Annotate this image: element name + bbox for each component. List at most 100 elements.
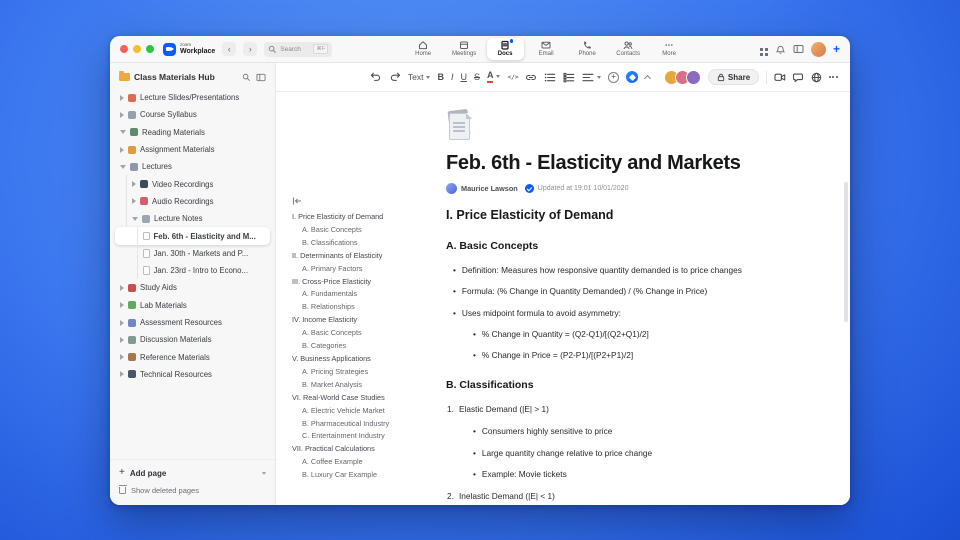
checklist-icon[interactable] [563, 72, 575, 83]
chevron-icon[interactable] [132, 181, 136, 188]
section-heading[interactable]: I. Price Elasticity of Demand [446, 208, 790, 222]
sidebar-page-item[interactable]: Assignment Materials [115, 141, 270, 158]
outline-item[interactable]: B. Relationships [292, 301, 442, 314]
outline-item[interactable]: B. Market Analysis [292, 379, 442, 392]
sidebar-page-item[interactable]: Jan. 30th - Markets and P... [115, 244, 270, 263]
document-block[interactable]: Uses midpoint formula to avoid asymmetry… [446, 308, 790, 319]
sidebar-page-item[interactable]: Assessment Resources [115, 314, 270, 331]
global-search-input[interactable]: Search ⌘F [264, 41, 333, 57]
chevron-icon[interactable] [120, 284, 124, 291]
globe-language-icon[interactable] [811, 72, 822, 83]
sidebar-page-item[interactable]: Audio Recordings [115, 192, 270, 211]
sidebar-page-item[interactable]: Lectures [115, 158, 270, 175]
document-block[interactable]: Formula: (% Change in Quantity Demanded)… [446, 286, 790, 297]
tab-more[interactable]: More [651, 38, 688, 59]
outline-item[interactable]: I. Price Elasticity of Demand [292, 211, 442, 224]
bullet-list-icon[interactable] [544, 72, 556, 83]
code-block-button[interactable]: </> [507, 73, 518, 81]
tab-docs[interactable]: Docs [486, 38, 524, 60]
sidebar-collapse-icon[interactable] [256, 73, 266, 82]
tab-meetings[interactable]: Meetings [446, 38, 483, 59]
panel-toggle-icon[interactable] [793, 44, 804, 54]
sidebar-page-item[interactable]: Technical Resources [115, 366, 270, 383]
sidebar-page-item[interactable]: Feb. 6th - Elasticity and M... [115, 227, 270, 245]
outline-item[interactable]: C. Entertainment Industry [292, 430, 442, 443]
outline-item[interactable]: A. Basic Concepts [292, 224, 442, 237]
font-color-dropdown[interactable]: A [486, 70, 501, 83]
outline-item[interactable]: B. Luxury Car Example [292, 469, 442, 482]
chevron-icon[interactable] [132, 198, 136, 205]
sidebar-page-item[interactable]: Reference Materials [115, 348, 270, 365]
collapse-toolbar-icon[interactable] [643, 74, 651, 82]
ai-companion-button[interactable] [626, 71, 638, 83]
tab-home[interactable]: Home [405, 38, 442, 59]
scrollbar-thumb[interactable] [844, 182, 848, 322]
nav-back-button[interactable]: ‹ [222, 42, 237, 56]
sidebar-page-item[interactable]: Course Syllabus [115, 106, 270, 123]
document-block[interactable]: % Change in Price = (P2-P1)/[(P2+P1)/2] [446, 350, 790, 361]
outline-item[interactable]: II. Determinants of Elasticity [292, 250, 442, 263]
outline-item[interactable]: IV. Income Elasticity [292, 314, 442, 327]
alignment-dropdown[interactable] [582, 72, 602, 83]
collapse-outline-icon[interactable] [292, 196, 442, 206]
minimize-window-button[interactable] [133, 45, 141, 53]
chevron-icon[interactable] [120, 354, 124, 361]
document-block[interactable]: A. Basic Concepts [446, 239, 790, 253]
document-block[interactable]: B. Classifications [446, 378, 790, 392]
chevron-icon[interactable] [120, 146, 124, 153]
nav-forward-button[interactable]: › [243, 42, 258, 56]
document-block[interactable]: Large quantity change relative to price … [446, 448, 790, 459]
add-page-chevron-icon[interactable] [262, 471, 266, 475]
user-avatar[interactable] [810, 41, 826, 57]
sidebar-page-item[interactable]: Lab Materials [115, 297, 270, 314]
sidebar-page-item[interactable]: Video Recordings [115, 175, 270, 194]
document-block[interactable]: Example: Movie tickets [446, 469, 790, 480]
chevron-icon[interactable] [120, 94, 124, 101]
sidebar-page-item[interactable]: Lecture Slides/Presentations [115, 89, 270, 106]
video-call-icon[interactable] [774, 72, 786, 83]
sidebar-page-item[interactable]: Lecture Notes [115, 210, 270, 228]
undo-icon[interactable] [370, 71, 382, 83]
link-icon[interactable] [525, 72, 537, 83]
underline-button[interactable]: U [460, 72, 467, 82]
outline-item[interactable]: A. Electric Vehicle Market [292, 405, 442, 418]
collaborator-avatar[interactable] [685, 69, 701, 85]
sidebar-page-item[interactable]: Discussion Materials [115, 331, 270, 348]
sidebar-page-item[interactable]: Study Aids [115, 279, 270, 296]
outline-item[interactable]: A. Fundamentals [292, 288, 442, 301]
redo-icon[interactable] [389, 71, 401, 83]
chevron-icon[interactable] [120, 111, 124, 118]
document-block[interactable]: 1. Elastic Demand (|E| > 1) [446, 404, 790, 415]
document-block[interactable]: % Change in Quantity = (Q2-Q1)/[(Q2+Q1)/… [446, 329, 790, 340]
strikethrough-button[interactable]: S [474, 72, 480, 82]
chevron-icon[interactable] [120, 164, 126, 169]
outline-item[interactable]: A. Coffee Example [292, 456, 442, 469]
tab-email[interactable]: Email [528, 38, 565, 59]
show-deleted-pages-button[interactable]: Show deleted pages [118, 485, 266, 495]
chevron-icon[interactable] [120, 302, 124, 309]
notifications-bell-icon[interactable] [775, 44, 786, 55]
document-title[interactable]: Feb. 6th - Elasticity and Markets [446, 152, 790, 175]
more-options-icon[interactable] [828, 76, 838, 78]
maximize-window-button[interactable] [146, 45, 154, 53]
document-block[interactable]: Definition: Measures how responsive quan… [446, 265, 790, 276]
chevron-icon[interactable] [120, 371, 124, 378]
outline-item[interactable]: VI. Real-World Case Studies [292, 392, 442, 405]
document-block[interactable]: Consumers highly sensitive to price [446, 426, 790, 437]
sidebar-page-item[interactable]: Reading Materials [115, 124, 270, 141]
add-page-button[interactable]: + Add page [119, 468, 266, 478]
outline-item[interactable]: III. Cross-Price Elasticity [292, 276, 442, 289]
chevron-icon[interactable] [120, 319, 124, 326]
outline-item[interactable]: B. Categories [292, 340, 442, 353]
document-body[interactable]: Feb. 6th - Elasticity and Markets Mauric… [446, 92, 790, 502]
outline-item[interactable]: VII. Practical Calculations [292, 443, 442, 456]
tab-contacts[interactable]: Contacts [610, 38, 647, 59]
sidebar-search-icon[interactable] [242, 73, 251, 82]
outline-item[interactable]: V. Business Applications [292, 353, 442, 366]
chevron-icon[interactable] [120, 130, 126, 135]
comments-icon[interactable] [793, 72, 804, 83]
text-style-dropdown[interactable]: Text [408, 72, 431, 82]
sidebar-page-item[interactable]: Jan. 23rd - Intro to Econo... [115, 261, 270, 280]
apps-grid-icon[interactable] [759, 47, 763, 51]
close-window-button[interactable] [120, 45, 128, 53]
